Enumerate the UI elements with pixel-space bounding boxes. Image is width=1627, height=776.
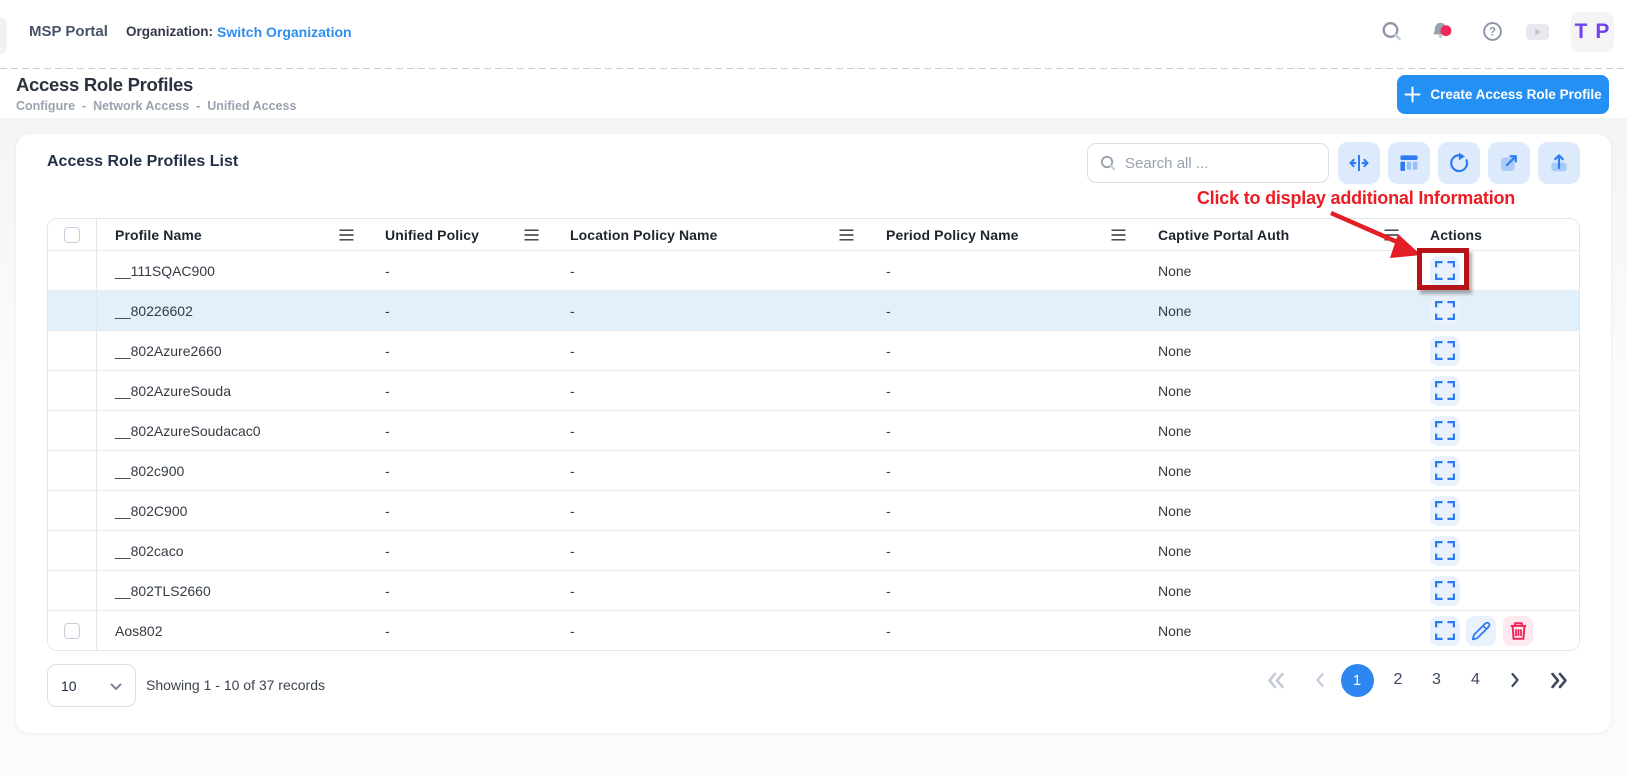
svg-text:?: ?: [1489, 26, 1496, 38]
